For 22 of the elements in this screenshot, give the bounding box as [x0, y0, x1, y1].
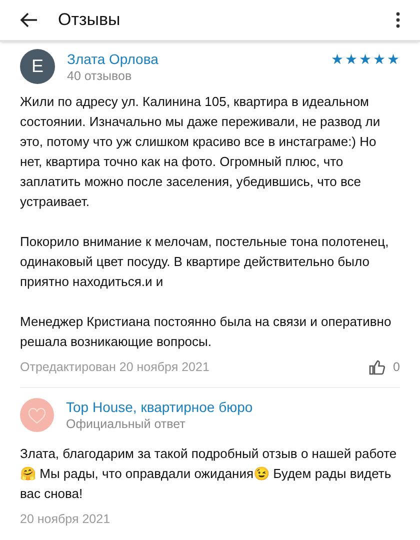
official-reply-label: Официальный ответ: [66, 416, 186, 432]
star-icon: ★: [359, 52, 372, 66]
review-paragraph: Жили по адресу ул. Калинина 105, квартира в идеальном состоянии. Изначально мы даже переживали, не развод ли это, потому что уж слишком красиво все в инстаграме:) Но нет, квартира точно как на фото. Огромный плюс, что заплатить можно после заселения, убедившись, что все устраивает.: [20, 93, 382, 211]
review-count: 40 отзывов: [67, 68, 133, 84]
star-icon: ★: [387, 52, 400, 66]
review-paragraph: Менеджер Кристиана постоянно была на связи и оперативно решала возникающие вопросы.: [20, 313, 392, 351]
company-logo: [20, 398, 54, 432]
like-count: 0: [393, 359, 400, 376]
page-title: Отзывы: [58, 9, 120, 32]
back-icon[interactable]: [20, 12, 38, 28]
edited-date: Отредактирован 20 ноября 2021: [20, 359, 210, 376]
reply-text: Злата, благодарим за такой подробный отзыв о нашей работе 🤗 Мы рады, что оправдали ожидания😉 Будем рады видеть вас снова!: [20, 444, 398, 503]
star-icon: ★: [345, 52, 358, 66]
user-avatar: E: [20, 49, 55, 84]
more-menu-icon[interactable]: [396, 12, 400, 28]
author-name[interactable]: Злата Орлова: [67, 50, 158, 68]
company-name[interactable]: Top House, квартирное бюро: [66, 398, 253, 416]
review-paragraph: Покорило внимание к мелочам, постельные тона полотенец, одинаковый цвет посуду. В квартире действительно было приятно находиться.и и: [20, 233, 390, 291]
thumbs-up-icon[interactable]: [369, 360, 386, 375]
star-icon: ★: [331, 52, 344, 66]
reply-date: 20 ноября 2021: [20, 510, 112, 528]
star-icon: ★: [373, 52, 386, 66]
